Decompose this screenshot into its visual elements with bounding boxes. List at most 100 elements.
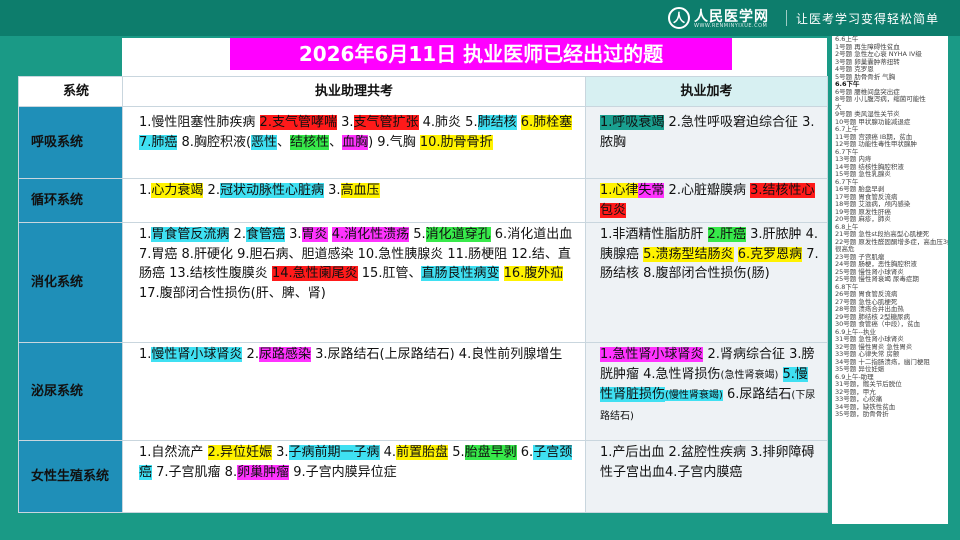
brand-logo: 人 人民医学网 WWW.RENMINYIXUE.COM <box>668 5 780 31</box>
header-extra: 执业加考 <box>585 76 828 107</box>
topic-text: 6.肺栓塞 <box>520 115 573 130</box>
topic-text: 、 <box>329 134 343 150</box>
topic-text: 1.慢性阻塞性肺疾病 <box>139 115 260 130</box>
topic-text: 2. <box>203 183 220 198</box>
topic-text: 消化道穿孔 <box>425 227 491 242</box>
table-row: 呼吸系统 1.慢性阻塞性肺疾病 2.支气管哮喘 3.支气管扩张 4.肺炎 5.肺结… <box>18 106 828 179</box>
system-name: 循环系统 <box>18 178 123 223</box>
system-name: 泌尿系统 <box>18 342 123 441</box>
extra-topics-cell: 1.非酒精性脂肪肝 2.肝癌 3.肝脓肿 4.胰腺癌 5.溃疡型结肠炎 6.克罗… <box>585 222 828 343</box>
topic-text: ) 9.气胸 <box>368 134 420 150</box>
topic-text: 2.异位妊娠 <box>207 445 272 460</box>
slogan: 让医考学习变得轻松简单 <box>796 12 940 26</box>
shared-topics-cell: 1.自然流产 2.异位妊娠 3.子病前期一子病 4.前置胎盘 5.胎盘早剥 6.… <box>122 440 586 513</box>
table-row: 循环系统 1.心力衰竭 2.冠状动脉性心脏病 3.高血压 1.心律失常 2.心脏瓣膜… <box>18 178 828 223</box>
topic-text: 卵巢肿瘤 <box>237 464 290 480</box>
topic-text: 2.支气管哮喘 <box>259 115 337 130</box>
table-body: 呼吸系统 1.慢性阻塞性肺疾病 2.支气管哮喘 3.支气管扩张 4.肺炎 5.肺结… <box>18 106 828 513</box>
extra-topics-cell: 1.产后出血 2.盆腔性疾病 3.排卵障碍性子宫出血4.子宫内膜癌 <box>585 440 828 513</box>
extra-topics-cell: 1.心律失常 2.心脏瓣膜病 3.结核性心包炎 <box>585 178 828 223</box>
topic-text: 失常 <box>638 183 665 198</box>
topic-text: 1.心律 <box>600 183 639 198</box>
topic-text: 10.肋骨骨折 <box>419 134 493 150</box>
topic-text: 支气管扩张 <box>353 115 419 130</box>
topic-text: 5. <box>448 445 465 460</box>
topic-text: 3. <box>271 445 289 460</box>
topic-text: 3.尿路结石(上尿路结石) 4.良性前列腺增生 <box>310 347 563 362</box>
topic-text: 3. <box>323 183 341 198</box>
shared-topics-cell: 1.慢性阻塞性肺疾病 2.支气管哮喘 3.支气管扩张 4.肺炎 5.肺结核 6.… <box>122 106 586 179</box>
top-bar: 人 人民医学网 WWW.RENMINYIXUE.COM 让医考学习变得轻松简单 <box>0 0 960 36</box>
shared-topics-cell: 1.慢性肾小球肾炎 2.尿路感染 3.尿路结石(上尿路结石) 4.良性前列腺增生 <box>122 342 586 441</box>
topic-text: 血胸 <box>342 134 369 150</box>
topic-text: 食管癌 <box>245 227 285 242</box>
topic-text: (急性肾衰竭) <box>720 369 779 381</box>
topic-text: 7.子宫肌瘤 8. <box>152 464 238 480</box>
topic-text: 结核性 <box>290 134 330 150</box>
topic-text: 肺结核 <box>477 115 517 130</box>
topic-text: 6.克罗恩病 <box>737 246 803 262</box>
header-shared: 执业助理共考 <box>122 76 586 107</box>
topic-text: 胎盘早剥 <box>464 445 517 460</box>
topic-text: 6.尿路结石 <box>722 387 792 402</box>
extra-topics-cell: 1.呼吸衰竭 2.急性呼吸窘迫综合征 3.脓胸 <box>585 106 828 179</box>
topic-text: 1.自然流产 <box>139 445 208 460</box>
system-name: 消化系统 <box>18 222 123 343</box>
table-row: 消化系统 1.胃食管反流病 2.食管癌 3.胃炎 4.消化性溃疡 5.消化道穿孔 … <box>18 222 828 343</box>
topic-text: 直肠良性病变 <box>421 266 500 281</box>
topic-text: 子病前期一子病 <box>288 445 380 460</box>
topic-text: 3. <box>284 227 302 242</box>
topic-text: 4. <box>379 445 397 460</box>
topic-text <box>778 367 782 382</box>
shared-topics-cell: 1.心力衰竭 2.冠状动脉性心脏病 3.高血压 <box>122 178 586 223</box>
topic-text: 高血压 <box>340 183 380 198</box>
topic-text: 1. <box>139 227 152 242</box>
header-system: 系统 <box>18 76 123 107</box>
sidebar-note-line: 8号题 小儿腹泻病，缩菌可能性 <box>835 95 926 103</box>
page-title: 2026年6月11日 执业医师已经出过的题 <box>230 38 732 70</box>
topic-text <box>499 266 503 281</box>
topic-text: 7.肺癌 <box>139 134 178 150</box>
topic-text: 心力衰竭 <box>151 183 204 198</box>
topic-text: 1.呼吸衰竭 <box>600 115 665 130</box>
table-row: 泌尿系统 1.慢性肾小球肾炎 2.尿路感染 3.尿路结石(上尿路结石) 4.良性前… <box>18 342 828 441</box>
extra-topics-cell: 1.急性肾小球肾炎 2.肾病综合征 3.膀胱肿瘤 4.急性肾损伤(急性肾衰竭) … <box>585 342 828 441</box>
topic-text: 前置胎盘 <box>396 445 449 460</box>
topic-text: 慢性肾小球肾炎 <box>151 347 243 362</box>
topic-text: 1.急性肾小球肾炎 <box>600 347 704 362</box>
system-name: 女性生殖系统 <box>18 440 123 513</box>
topic-text: 14.急性阑尾炎 <box>271 266 358 281</box>
topic-text: 5.溃疡型结肠炎 <box>643 246 734 262</box>
topic-text: 1.产后出血 2.盆腔性疾病 3.排卵障碍性子宫出血4.子宫内膜癌 <box>600 445 815 480</box>
topic-text: 3. <box>336 115 354 130</box>
topic-text: 17.腹部闭合性损伤(肝、脾、肾) <box>139 285 326 301</box>
topic-text: 4.消化性溃疡 <box>331 227 410 242</box>
topic-text: (慢性肾衰竭) <box>665 390 723 401</box>
topic-text: 胃食管反流病 <box>151 227 230 242</box>
topic-text: 冠状动脉性心脏病 <box>219 183 324 198</box>
topic-text: 4.肺炎 5. <box>418 115 478 130</box>
logo-url: WWW.RENMINYIXUE.COM <box>694 23 768 29</box>
logo-icon: 人 <box>668 7 690 29</box>
topic-text: 16.腹外疝 <box>503 266 564 281</box>
divider <box>786 10 787 26</box>
topic-text: 15.肛管、 <box>357 266 422 281</box>
topic-text: 8.胸腔积液( <box>177 134 252 150</box>
topic-text: 恶性 <box>251 134 278 150</box>
topic-text: 2.心脏瓣膜病 <box>664 183 751 198</box>
topic-text: 5. <box>409 227 426 242</box>
topic-text: 2.肝癌 <box>707 227 746 242</box>
table-row: 女性生殖系统 1.自然流产 2.异位妊娠 3.子病前期一子病 4.前置胎盘 5.胎… <box>18 440 828 513</box>
topic-text: 、 <box>277 134 291 150</box>
topic-text: 1. <box>139 183 152 198</box>
topic-text: 1.非酒精性脂肪肝 <box>600 227 708 242</box>
topic-text: 胃炎 <box>301 227 328 242</box>
topic-text: 9.子宫内膜异位症 <box>289 464 397 480</box>
shared-topics-cell: 1.胃食管反流病 2.食管癌 3.胃炎 4.消化性溃疡 5.消化道穿孔 6.消化… <box>122 222 586 343</box>
topic-text: 6. <box>516 445 534 460</box>
topic-text: 2. <box>229 227 246 242</box>
topic-text: 1. <box>139 347 152 362</box>
topic-text: 尿路感染 <box>258 347 311 362</box>
notes-sidebar: 6.6上午 1号题 再生障碍性贫血 2号题 急性左心衰 NYHA IV级 3号题 卵巢… <box>832 36 948 524</box>
topic-text: 2. <box>242 347 259 362</box>
